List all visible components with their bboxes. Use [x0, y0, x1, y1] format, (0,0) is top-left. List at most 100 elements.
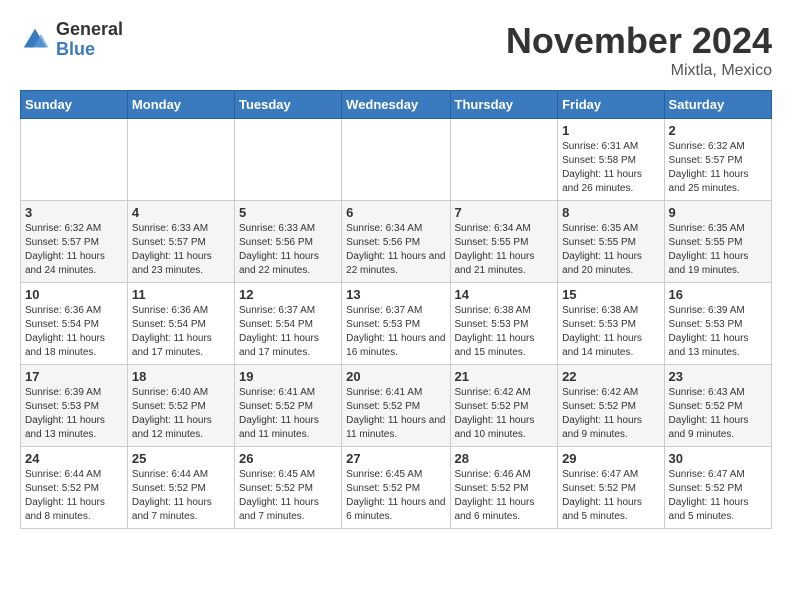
calendar-cell: [21, 119, 128, 201]
day-number: 9: [669, 205, 767, 220]
calendar-cell: [342, 119, 450, 201]
day-info: Sunrise: 6:34 AM Sunset: 5:55 PM Dayligh…: [455, 222, 554, 278]
day-number: 1: [562, 123, 659, 138]
day-number: 20: [346, 369, 445, 384]
day-info: Sunrise: 6:45 AM Sunset: 5:52 PM Dayligh…: [346, 468, 445, 524]
calendar-cell: 3 Sunrise: 6:32 AM Sunset: 5:57 PM Daylig…: [21, 201, 128, 283]
calendar-cell: 11Sunrise: 6:36 AM Sunset: 5:54 PM Dayli…: [127, 283, 234, 365]
calendar-cell: 5Sunrise: 6:33 AM Sunset: 5:56 PM Daylig…: [234, 201, 341, 283]
calendar-cell: 22 Sunrise: 6:42 AM Sunset: 5:52 PM Dayli…: [558, 365, 664, 447]
logo-general: General: [56, 20, 123, 40]
calendar-cell: 28 Sunrise: 6:46 AM Sunset: 5:52 PM Dayli…: [450, 447, 558, 529]
day-info: Sunrise: 6:35 AM Sunset: 5:55 PM Dayligh…: [669, 222, 767, 278]
calendar-cell: 8 Sunrise: 6:35 AM Sunset: 5:55 PM Daylig…: [558, 201, 664, 283]
calendar-cell: 18 Sunrise: 6:40 AM Sunset: 5:52 PM Dayli…: [127, 365, 234, 447]
day-number: 22: [562, 369, 659, 384]
day-info: Sunrise: 6:45 AM Sunset: 5:52 PM Dayligh…: [239, 468, 337, 524]
day-number: 18: [132, 369, 230, 384]
day-info: Sunrise: 6:32 AM Sunset: 5:57 PM Dayligh…: [669, 140, 767, 196]
day-number: 24: [25, 451, 123, 466]
calendar-cell: 24 Sunrise: 6:44 AM Sunset: 5:52 PM Dayli…: [21, 447, 128, 529]
weekday-header: Thursday: [450, 91, 558, 119]
calendar-cell: 2Sunrise: 6:32 AM Sunset: 5:57 PM Daylig…: [664, 119, 771, 201]
day-info: Sunrise: 6:44 AM Sunset: 5:52 PM Dayligh…: [132, 468, 230, 524]
calendar-cell: 14Sunrise: 6:38 AM Sunset: 5:53 PM Dayli…: [450, 283, 558, 365]
calendar-cell: 7 Sunrise: 6:34 AM Sunset: 5:55 PM Daylig…: [450, 201, 558, 283]
weekday-header: Tuesday: [234, 91, 341, 119]
weekday-header: Wednesday: [342, 91, 450, 119]
day-number: 26: [239, 451, 337, 466]
calendar-cell: 12 Sunrise: 6:37 AM Sunset: 5:54 PM Dayli…: [234, 283, 341, 365]
calendar-week-row: 17 Sunrise: 6:39 AM Sunset: 5:53 PM Dayli…: [21, 365, 772, 447]
day-info: Sunrise: 6:41 AM Sunset: 5:52 PM Dayligh…: [346, 386, 445, 442]
calendar-week-row: 1 Sunrise: 6:31 AM Sunset: 5:58 PM Daylig…: [21, 119, 772, 201]
calendar-cell: 30 Sunrise: 6:47 AM Sunset: 5:52 PM Dayli…: [664, 447, 771, 529]
calendar-cell: 10 Sunrise: 6:36 AM Sunset: 5:54 PM Dayli…: [21, 283, 128, 365]
calendar-table: SundayMondayTuesdayWednesdayThursdayFrid…: [20, 90, 772, 529]
day-number: 19: [239, 369, 337, 384]
day-number: 28: [455, 451, 554, 466]
day-number: 16: [669, 287, 767, 302]
day-info: Sunrise: 6:37 AM Sunset: 5:54 PM Dayligh…: [239, 304, 337, 360]
day-number: 25: [132, 451, 230, 466]
day-info: Sunrise: 6:46 AM Sunset: 5:52 PM Dayligh…: [455, 468, 554, 524]
day-info: Sunrise: 6:39 AM Sunset: 5:53 PM Dayligh…: [25, 386, 123, 442]
day-info: Sunrise: 6:39 AM Sunset: 5:53 PM Dayligh…: [669, 304, 767, 360]
day-info: Sunrise: 6:35 AM Sunset: 5:55 PM Dayligh…: [562, 222, 659, 278]
calendar-cell: 16 Sunrise: 6:39 AM Sunset: 5:53 PM Dayli…: [664, 283, 771, 365]
calendar-cell: [450, 119, 558, 201]
day-number: 7: [455, 205, 554, 220]
day-info: Sunrise: 6:38 AM Sunset: 5:53 PM Dayligh…: [562, 304, 659, 360]
day-info: Sunrise: 6:31 AM Sunset: 5:58 PM Dayligh…: [562, 140, 659, 196]
calendar-week-row: 24 Sunrise: 6:44 AM Sunset: 5:52 PM Dayli…: [21, 447, 772, 529]
day-number: 30: [669, 451, 767, 466]
weekday-header: Friday: [558, 91, 664, 119]
calendar-cell: 4Sunrise: 6:33 AM Sunset: 5:57 PM Daylig…: [127, 201, 234, 283]
day-info: Sunrise: 6:40 AM Sunset: 5:52 PM Dayligh…: [132, 386, 230, 442]
day-number: 3: [25, 205, 123, 220]
page-header: General Blue November 2024 Mixtla, Mexic…: [20, 20, 772, 80]
day-info: Sunrise: 6:47 AM Sunset: 5:52 PM Dayligh…: [669, 468, 767, 524]
calendar-cell: 6 Sunrise: 6:34 AM Sunset: 5:56 PM Daylig…: [342, 201, 450, 283]
day-number: 8: [562, 205, 659, 220]
weekday-header: Saturday: [664, 91, 771, 119]
day-info: Sunrise: 6:37 AM Sunset: 5:53 PM Dayligh…: [346, 304, 445, 360]
day-number: 15: [562, 287, 659, 302]
day-number: 14: [455, 287, 554, 302]
calendar-cell: 29Sunrise: 6:47 AM Sunset: 5:52 PM Dayli…: [558, 447, 664, 529]
day-number: 27: [346, 451, 445, 466]
calendar-cell: 21Sunrise: 6:42 AM Sunset: 5:52 PM Dayli…: [450, 365, 558, 447]
day-number: 5: [239, 205, 337, 220]
day-number: 12: [239, 287, 337, 302]
calendar-cell: 20 Sunrise: 6:41 AM Sunset: 5:52 PM Dayli…: [342, 365, 450, 447]
day-info: Sunrise: 6:41 AM Sunset: 5:52 PM Dayligh…: [239, 386, 337, 442]
day-number: 17: [25, 369, 123, 384]
day-info: Sunrise: 6:34 AM Sunset: 5:56 PM Dayligh…: [346, 222, 445, 278]
day-info: Sunrise: 6:32 AM Sunset: 5:57 PM Dayligh…: [25, 222, 123, 278]
day-info: Sunrise: 6:44 AM Sunset: 5:52 PM Dayligh…: [25, 468, 123, 524]
day-number: 11: [132, 287, 230, 302]
day-info: Sunrise: 6:36 AM Sunset: 5:54 PM Dayligh…: [25, 304, 123, 360]
weekday-header-row: SundayMondayTuesdayWednesdayThursdayFrid…: [21, 91, 772, 119]
day-number: 10: [25, 287, 123, 302]
day-number: 21: [455, 369, 554, 384]
day-number: 29: [562, 451, 659, 466]
calendar-cell: 13Sunrise: 6:37 AM Sunset: 5:53 PM Dayli…: [342, 283, 450, 365]
calendar-cell: 9 Sunrise: 6:35 AM Sunset: 5:55 PM Daylig…: [664, 201, 771, 283]
day-number: 6: [346, 205, 445, 220]
calendar-week-row: 10 Sunrise: 6:36 AM Sunset: 5:54 PM Dayli…: [21, 283, 772, 365]
location-subtitle: Mixtla, Mexico: [506, 62, 772, 80]
day-info: Sunrise: 6:43 AM Sunset: 5:52 PM Dayligh…: [669, 386, 767, 442]
logo: General Blue: [20, 20, 123, 60]
calendar-cell: 19 Sunrise: 6:41 AM Sunset: 5:52 PM Dayli…: [234, 365, 341, 447]
calendar-cell: 15 Sunrise: 6:38 AM Sunset: 5:53 PM Dayli…: [558, 283, 664, 365]
month-title: November 2024: [506, 20, 772, 62]
day-number: 23: [669, 369, 767, 384]
calendar-cell: 1 Sunrise: 6:31 AM Sunset: 5:58 PM Daylig…: [558, 119, 664, 201]
calendar-cell: [127, 119, 234, 201]
weekday-header: Sunday: [21, 91, 128, 119]
calendar-cell: 17 Sunrise: 6:39 AM Sunset: 5:53 PM Dayli…: [21, 365, 128, 447]
day-info: Sunrise: 6:33 AM Sunset: 5:57 PM Dayligh…: [132, 222, 230, 278]
logo-text: General Blue: [56, 20, 123, 60]
day-info: Sunrise: 6:42 AM Sunset: 5:52 PM Dayligh…: [562, 386, 659, 442]
